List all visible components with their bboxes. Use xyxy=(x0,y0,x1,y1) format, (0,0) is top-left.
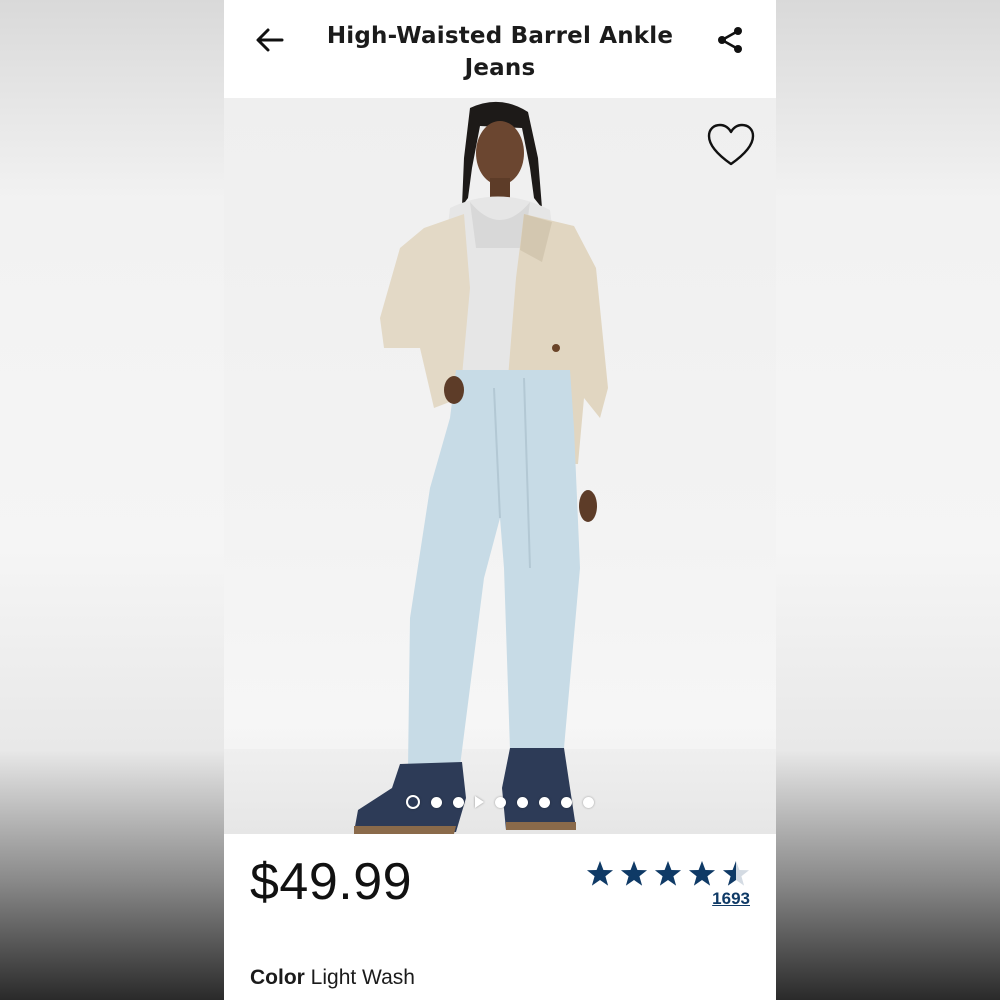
star-filled-icon xyxy=(621,861,647,886)
carousel-indicator xyxy=(224,794,776,810)
color-label: Color xyxy=(250,966,305,989)
heart-outline-icon xyxy=(707,123,755,166)
star-filled-icon xyxy=(655,861,681,886)
share-button[interactable] xyxy=(710,20,750,60)
color-value: Light Wash xyxy=(310,966,415,989)
carousel-dot[interactable] xyxy=(431,796,442,808)
carousel-video-play-icon[interactable] xyxy=(475,796,484,808)
product-price: $49.99 xyxy=(250,853,413,911)
carousel-dot[interactable] xyxy=(406,795,420,809)
star-rating xyxy=(550,860,750,887)
star-filled-icon xyxy=(689,861,715,886)
carousel-dot[interactable] xyxy=(583,796,594,808)
carousel-dot[interactable] xyxy=(453,796,464,808)
color-selection: Color Light Wash xyxy=(250,966,415,990)
review-count-link[interactable]: 1693 xyxy=(550,889,750,909)
share-icon xyxy=(718,27,742,53)
carousel-dot[interactable] xyxy=(517,796,528,808)
carousel-dot[interactable] xyxy=(561,796,572,808)
product-rating[interactable]: 1693 xyxy=(550,860,750,909)
carousel-dot[interactable] xyxy=(539,796,550,808)
product-image-carousel[interactable] xyxy=(224,98,776,834)
star-filled-icon xyxy=(587,861,613,886)
star-half-icon xyxy=(723,861,749,886)
carousel-dot[interactable] xyxy=(495,796,506,808)
product-screen: High-Waisted Barrel Ankle Jeans $49.99 1… xyxy=(224,0,776,1000)
favorite-button[interactable] xyxy=(706,120,756,170)
back-button[interactable] xyxy=(250,20,290,60)
arrow-left-icon xyxy=(256,28,284,52)
product-photo-model-wearing-jeans xyxy=(354,101,608,834)
page-title: High-Waisted Barrel Ankle Jeans xyxy=(326,23,674,81)
top-app-bar: High-Waisted Barrel Ankle Jeans xyxy=(224,0,776,98)
